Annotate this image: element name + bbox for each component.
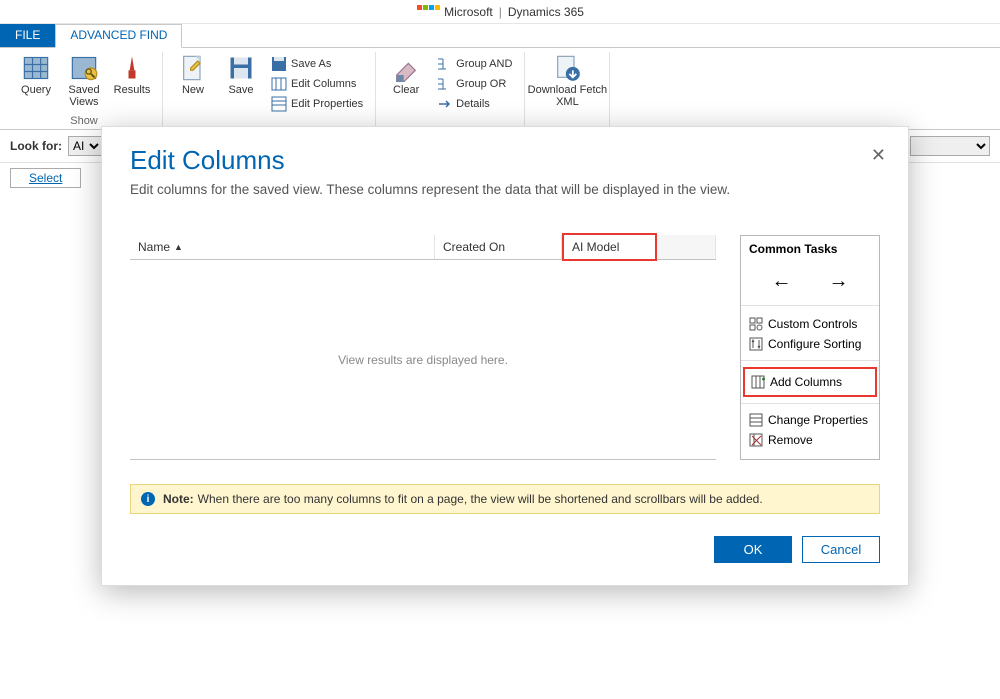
ribbon-saved-views-button[interactable]: Saved Views <box>60 52 108 114</box>
task-configure-sorting-label: Configure Sorting <box>768 337 861 351</box>
download-fetch-icon <box>553 54 581 82</box>
info-icon: i <box>141 492 155 506</box>
ribbon-results-button[interactable]: Results <box>108 52 156 114</box>
task-custom-controls[interactable]: Custom Controls <box>741 314 879 334</box>
ribbon-group-download: Download Fetch XML <box>525 52 610 129</box>
ribbon-edit-properties-button[interactable]: Edit Properties <box>269 94 365 114</box>
column-header-ai-label: AI Model <box>572 240 619 254</box>
ribbon-edit-properties-label: Edit Properties <box>291 98 363 110</box>
table-icon <box>22 54 50 82</box>
note-label: Note: <box>163 492 194 506</box>
ribbon-group-and-label: Group AND <box>456 58 512 70</box>
group-or-icon <box>436 76 452 92</box>
ribbon-clear-label: Clear <box>393 84 419 96</box>
ok-button[interactable]: OK <box>714 536 792 563</box>
ribbon-details-button[interactable]: Details <box>434 94 514 114</box>
eraser-icon <box>392 54 420 82</box>
dialog-subtitle: Edit columns for the saved view. These c… <box>130 182 880 197</box>
ribbon-new-label: New <box>182 84 204 96</box>
look-for-label: Look for: <box>10 139 62 153</box>
column-headers: Name ▲ Created On AI Model <box>130 235 716 260</box>
common-tasks-title: Common Tasks <box>741 242 879 264</box>
select-link[interactable]: Select <box>10 168 81 188</box>
task-custom-controls-label: Custom Controls <box>768 317 857 331</box>
edit-properties-icon <box>271 96 287 112</box>
ribbon-group-clear: Clear Group AND Group OR <box>376 52 525 129</box>
task-remove-label: Remove <box>768 433 813 447</box>
ribbon-details-label: Details <box>456 98 490 110</box>
new-icon <box>179 54 207 82</box>
ribbon-results-label: Results <box>114 84 151 96</box>
ribbon-save-label: Save <box>228 84 253 96</box>
view-results-placeholder: View results are displayed here. <box>130 260 716 460</box>
ribbon-group-show: Query Saved Views Results Show <box>6 52 163 129</box>
tab-file[interactable]: FILE <box>0 24 55 47</box>
look-for-select[interactable]: AI Bui <box>68 136 103 156</box>
saved-views-icon <box>70 54 98 82</box>
ribbon-clear-button[interactable]: Clear <box>382 52 430 126</box>
tab-row: FILE ADVANCED FIND <box>0 24 1000 48</box>
brand-separator: | <box>499 5 502 19</box>
task-add-columns[interactable]: Add Columns <box>743 367 877 397</box>
ribbon-save-as-button[interactable]: Save As <box>269 54 365 74</box>
group-and-icon <box>436 56 452 72</box>
column-header-ai-model[interactable]: AI Model <box>562 233 657 261</box>
task-change-properties-label: Change Properties <box>768 413 868 427</box>
task-configure-sorting[interactable]: Configure Sorting <box>741 334 879 354</box>
ribbon-group-and-button[interactable]: Group AND <box>434 54 514 74</box>
ribbon-saved-views-label: Saved Views <box>68 84 99 108</box>
brand-microsoft: Microsoft <box>444 5 493 19</box>
note-text: When there are too many columns to fit o… <box>198 492 763 506</box>
column-header-created-on[interactable]: Created On <box>435 235 562 259</box>
column-header-filler <box>657 235 716 259</box>
remove-icon <box>749 433 763 447</box>
columns-area: Name ▲ Created On AI Model View results … <box>130 235 716 460</box>
custom-controls-icon <box>749 317 763 331</box>
edit-columns-icon <box>271 76 287 92</box>
task-add-columns-label: Add Columns <box>770 375 842 389</box>
ribbon: Query Saved Views Results Show <box>0 48 1000 130</box>
task-change-properties[interactable]: Change Properties <box>741 410 879 430</box>
close-icon[interactable]: ✕ <box>871 145 886 166</box>
save-as-icon <box>271 56 287 72</box>
right-select[interactable] <box>910 136 990 156</box>
move-left-icon[interactable]: ← <box>772 270 792 293</box>
save-icon <box>227 54 255 82</box>
ribbon-group-save: New Save Save As E <box>163 52 376 129</box>
ribbon-save-button[interactable]: Save <box>217 52 265 126</box>
ribbon-download-fetch-button[interactable]: Download Fetch XML <box>531 52 603 126</box>
cancel-button[interactable]: Cancel <box>802 536 880 563</box>
details-icon <box>436 96 452 112</box>
sort-asc-icon: ▲ <box>174 242 183 252</box>
microsoft-logo-icon <box>416 5 440 19</box>
ribbon-query-button[interactable]: Query <box>12 52 60 114</box>
add-columns-icon <box>751 375 765 389</box>
dialog-title: Edit Columns <box>130 145 880 176</box>
brand-bar: Microsoft | Dynamics 365 <box>0 0 1000 24</box>
ribbon-group-or-label: Group OR <box>456 78 506 90</box>
ribbon-edit-columns-label: Edit Columns <box>291 78 356 90</box>
column-header-name-label: Name <box>138 240 170 254</box>
brand-product: Dynamics 365 <box>508 5 584 19</box>
note-bar: i Note: When there are too many columns … <box>130 484 880 514</box>
column-header-name[interactable]: Name ▲ <box>130 235 435 259</box>
change-properties-icon <box>749 413 763 427</box>
ribbon-new-button[interactable]: New <box>169 52 217 126</box>
results-icon <box>118 54 146 82</box>
column-header-created-label: Created On <box>443 240 505 254</box>
ribbon-query-label: Query <box>21 84 51 96</box>
configure-sorting-icon <box>749 337 763 351</box>
ribbon-download-fetch-label: Download Fetch XML <box>528 84 608 108</box>
ribbon-edit-columns-button[interactable]: Edit Columns <box>269 74 365 94</box>
common-tasks-panel: Common Tasks ← → Custom Controls Configu… <box>740 235 880 460</box>
move-right-icon[interactable]: → <box>829 270 849 293</box>
ribbon-group-or-button[interactable]: Group OR <box>434 74 514 94</box>
edit-columns-dialog: ✕ Edit Columns Edit columns for the save… <box>101 126 909 586</box>
task-remove[interactable]: Remove <box>741 430 879 450</box>
tab-advanced-find[interactable]: ADVANCED FIND <box>55 24 182 48</box>
ribbon-save-as-label: Save As <box>291 58 331 70</box>
